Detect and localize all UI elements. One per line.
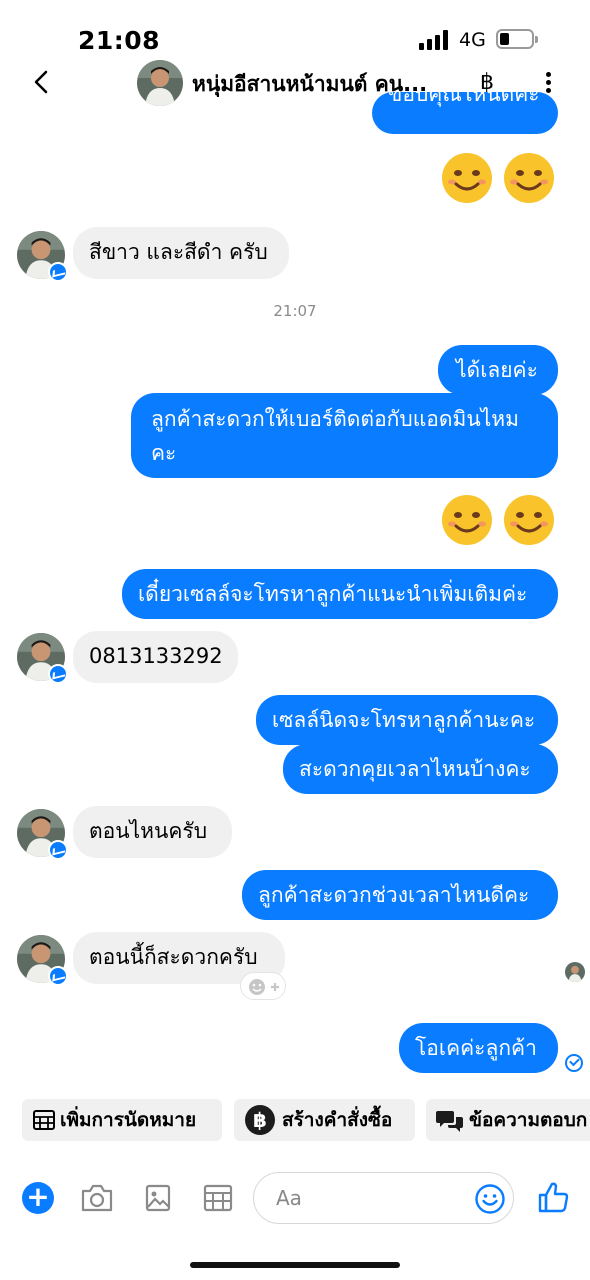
message-outgoing[interactable]: ได้เลยค่ะ xyxy=(438,345,558,395)
chat-bubbles-icon xyxy=(436,1111,463,1132)
message-input[interactable]: Aa xyxy=(253,1172,514,1224)
message-text: ลูกค้าสะดวกให้เบอร์ติดต่อกับแอดมินไหมคะ xyxy=(151,407,519,465)
message-text: เดี๋ยวเซลล์จะโทรหาลูกค้าแนะนำเพิ่มเติมค่… xyxy=(138,582,528,606)
message-timestamp: 21:07 xyxy=(273,302,317,320)
message-text: ขอบคุณไหนดีคะ xyxy=(388,92,540,106)
message-text: สีขาว และสีดำ ครับ xyxy=(89,240,268,264)
network-label: 4G xyxy=(459,29,486,51)
signal-icon xyxy=(419,30,449,50)
smiling-emoji-icon xyxy=(442,495,492,545)
battery-icon xyxy=(496,29,538,49)
message-incoming[interactable]: ตอนไหนครับ xyxy=(73,806,232,858)
smiling-emoji-icon xyxy=(504,153,554,203)
quick-action-label: ข้อความตอบก xyxy=(469,1109,588,1131)
message-text: โอเคค่ะลูกค้า xyxy=(415,1036,537,1060)
message-incoming[interactable]: สีขาว และสีดำ ครับ xyxy=(73,227,289,279)
message-outgoing[interactable]: เดี๋ยวเซลล์จะโทรหาลูกค้าแนะนำเพิ่มเติมค่… xyxy=(122,569,558,619)
message-text: 0813133292 xyxy=(89,644,223,668)
message-incoming[interactable]: 0813133292 xyxy=(73,631,238,683)
camera-icon[interactable] xyxy=(80,1183,114,1213)
header-avatar[interactable] xyxy=(137,60,183,106)
quick-action-label: เพิ่มการนัดหมาย xyxy=(60,1109,197,1131)
contact-avatar[interactable] xyxy=(17,633,68,684)
smiling-emoji-icon xyxy=(442,153,492,203)
quick-action-label: สร้างคำสั่งซื้อ xyxy=(282,1109,393,1131)
smiling-emoji-icon xyxy=(504,495,554,545)
contact-avatar[interactable] xyxy=(17,809,68,860)
message-outgoing[interactable]: สะดวกคุยเวลาไหนบ้างคะ xyxy=(283,744,558,794)
add-reaction-icon xyxy=(249,979,279,995)
message-outgoing[interactable]: ลูกค้าสะดวกให้เบอร์ติดต่อกับแอดมินไหมคะ xyxy=(131,393,558,478)
message-text: ตอนนี้ก็สะดวกครับ xyxy=(89,945,258,969)
add-reaction-button[interactable] xyxy=(240,972,286,1000)
message-text: สะดวกคุยเวลาไหนบ้างคะ xyxy=(299,757,531,781)
svg-text:฿: ฿ xyxy=(253,1108,267,1132)
plus-icon: + xyxy=(26,1180,50,1213)
message-input-placeholder: Aa xyxy=(276,1186,302,1210)
messenger-badge-icon xyxy=(48,664,68,684)
create-order-button[interactable]: ฿ สร้างคำสั่งซื้อ xyxy=(234,1099,415,1141)
contact-avatar[interactable] xyxy=(17,231,68,282)
status-time: 21:08 xyxy=(78,26,161,55)
message-outgoing[interactable]: ลูกค้าสะดวกช่วงเวลาไหนดีคะ xyxy=(242,870,558,920)
plus-button[interactable]: + xyxy=(22,1182,54,1214)
back-button[interactable] xyxy=(30,68,54,96)
message-text: เซลล์นิดจะโทรหาลูกค้านะคะ xyxy=(272,708,536,732)
like-icon[interactable] xyxy=(537,1180,569,1214)
calendar-icon[interactable] xyxy=(203,1184,233,1212)
contact-avatar[interactable] xyxy=(17,935,68,986)
chevron-left-icon xyxy=(34,70,48,94)
messenger-badge-icon xyxy=(48,262,68,282)
home-indicator xyxy=(190,1262,400,1268)
message-text: ตอนไหนครับ xyxy=(89,819,208,843)
baht-icon: ฿ xyxy=(245,1105,275,1135)
image-icon[interactable] xyxy=(145,1184,171,1212)
message-outgoing[interactable]: เซลล์นิดจะโทรหาลูกค้านะคะ xyxy=(256,695,558,745)
message-text: ได้เลยค่ะ xyxy=(456,358,538,382)
sent-check-icon xyxy=(565,1054,583,1072)
messenger-badge-icon xyxy=(48,966,68,986)
more-options-icon[interactable] xyxy=(545,72,553,94)
message-outgoing[interactable]: โอเคค่ะลูกค้า xyxy=(399,1023,558,1073)
calendar-icon xyxy=(33,1110,55,1130)
add-appointment-button[interactable]: เพิ่มการนัดหมาย xyxy=(22,1099,222,1141)
saved-replies-button[interactable]: ข้อความตอบก xyxy=(426,1099,590,1141)
message-text: ลูกค้าสะดวกช่วงเวลาไหนดีคะ xyxy=(258,883,530,907)
message-outgoing[interactable]: ขอบคุณไหนดีคะ xyxy=(372,92,558,134)
seen-avatar xyxy=(565,962,585,982)
messenger-badge-icon xyxy=(48,840,68,860)
emoji-icon[interactable] xyxy=(474,1183,506,1215)
